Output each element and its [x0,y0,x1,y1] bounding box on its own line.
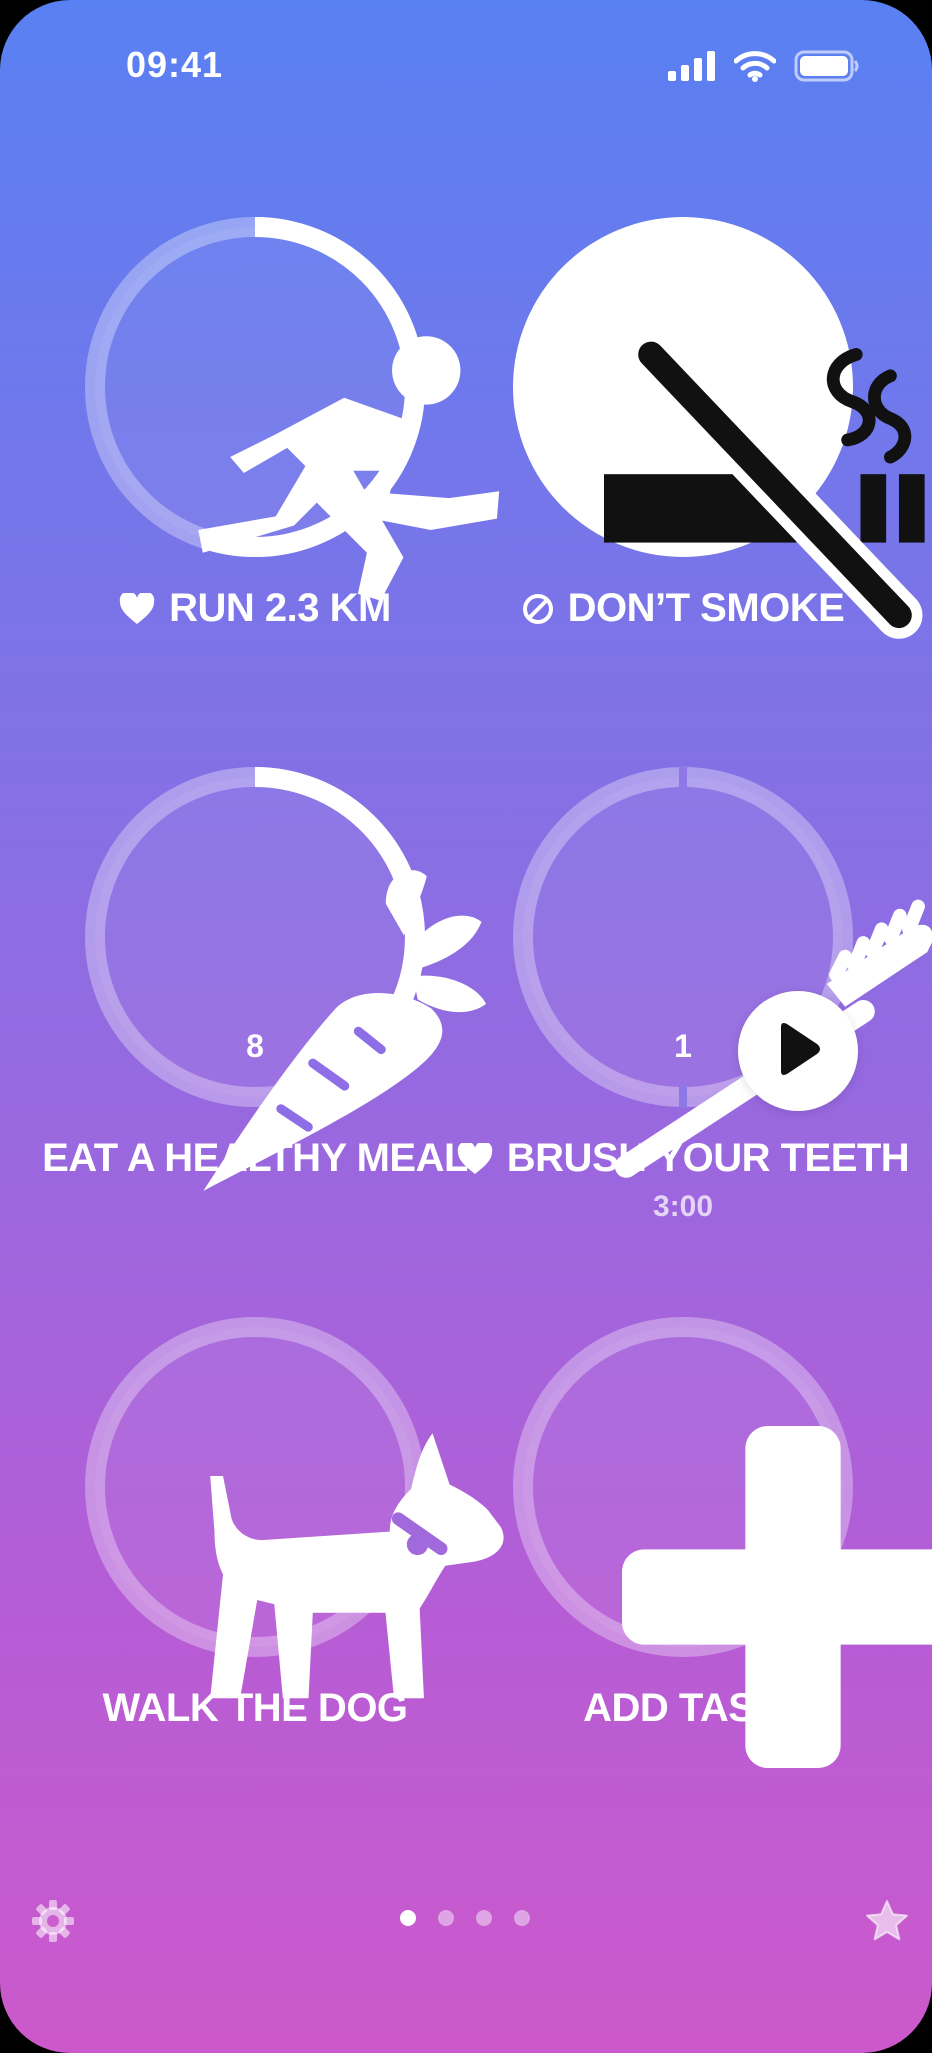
favorites-button[interactable] [864,1898,910,1944]
wifi-icon [733,50,777,87]
gear-icon [30,1900,76,1948]
task-dont-smoke[interactable]: 5 [512,216,925,639]
task-walk-the-dog[interactable] [84,1316,504,1699]
page-dot-1[interactable] [400,1910,416,1926]
play-timer-button[interactable] [738,991,858,1111]
status-icons [668,48,860,88]
habit-tracker-screen: 09:41 RUN 2.3 KM 5 DON’T SMOKE 8 EAT A H… [0,0,932,2053]
task-label-add-task[interactable]: ADD TASK [453,1686,913,1731]
page-dot-3[interactable] [476,1910,492,1926]
settings-button[interactable] [30,1898,76,1944]
play-icon [773,1021,823,1082]
task-label-walk-the-dog[interactable]: WALK THE DOG [25,1686,485,1731]
task-count: 8 [246,1028,264,1064]
battery-icon [794,50,860,87]
task-label-run[interactable]: RUN 2.3 KM [25,586,485,631]
star-icon [864,1900,910,1948]
task-label-dont-smoke[interactable]: DON’T SMOKE [453,586,913,631]
heart-icon [119,592,155,625]
add-task-button[interactable] [512,1316,932,1768]
task-label-brush-your-teeth[interactable]: BRUSH YOUR TEETH [453,1136,913,1181]
task-eat-healthy-meal[interactable]: 8 [84,766,487,1191]
cellular-signal-icon [668,50,716,86]
page-dot-2[interactable] [438,1910,454,1926]
page-dot-4[interactable] [514,1910,530,1926]
status-time: 09:41 [126,44,224,85]
page-indicator[interactable] [400,1910,530,1926]
task-run[interactable] [84,216,500,601]
heart-icon [457,1142,493,1175]
task-count: 5 [674,478,692,514]
prohibited-icon [522,593,554,625]
task-label-eat-healthy-meal[interactable]: EAT A HEALTHY MEAL [25,1136,485,1181]
task-timer-duration: 3:00 [652,1190,714,1223]
